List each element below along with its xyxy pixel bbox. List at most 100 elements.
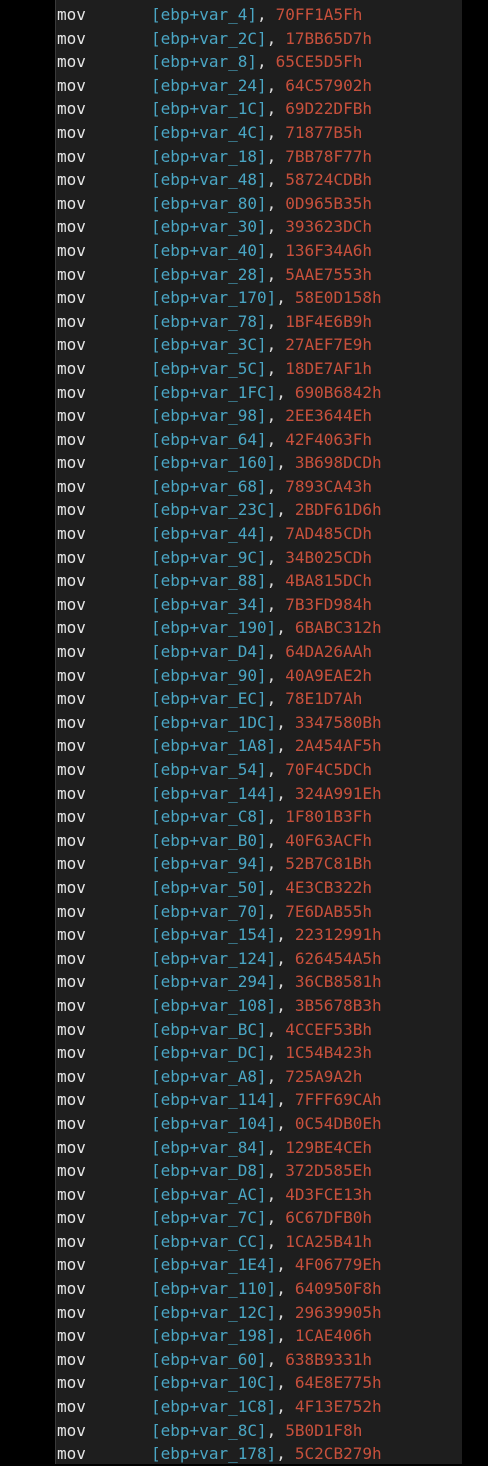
instruction-line[interactable]: mov [ebp + var_1DC], 3347580Bh [57,711,382,735]
disassembly-listing[interactable]: mov[ebp + var_4], 70FF1A5Fh mov[ebp + var_2C],… [57,3,382,1466]
instruction-line[interactable]: mov [ebp + var_40], 136F34A6h [57,239,382,263]
mnemonic: mov [57,571,86,591]
instruction-line[interactable]: mov [ebp + var_70], 7E6DAB55h [57,900,382,924]
instruction-line[interactable]: mov [ebp + var_1FC], 690B6842h [57,381,382,405]
comma: , [276,1113,286,1133]
instruction-line[interactable]: mov [ebp + var_12C], 29639905h [57,1301,382,1325]
instruction-line[interactable]: mov [ebp + var_108], 3B5678B3h [57,994,382,1018]
instruction-line[interactable]: mov [ebp + var_4C], 71877B5h [57,121,382,145]
open-bracket: [ [151,217,161,237]
close-bracket: ] [266,948,277,968]
open-bracket: [ [151,1019,161,1039]
instruction-line[interactable]: mov [ebp + var_1C], 69D22DFBh [57,97,382,121]
stack-variable: var_34 [199,594,257,614]
mnemonic: mov [57,1184,86,1204]
open-bracket: [ [151,1302,161,1322]
instruction-line[interactable]: mov [ebp + var_B0], 40F63ACFh [57,829,382,853]
instruction-line[interactable]: mov [ebp + var_104], 0C54DB0Eh [57,1112,382,1136]
instruction-line[interactable]: mov [ebp + var_44], 7AD485CDh [57,522,382,546]
instruction-line[interactable]: mov [ebp + var_9C], 34B025CDh [57,546,382,570]
open-bracket: [ [151,122,161,142]
instruction-line[interactable]: mov [ebp + var_64], 42F4063Fh [57,428,382,452]
base-register: ebp [160,5,190,24]
instruction-line[interactable]: mov [ebp + var_50], 4E3CB322h [57,876,382,900]
instruction-line[interactable]: mov [ebp + var_124], 626454A5h [57,947,382,971]
instruction-line[interactable]: mov [ebp + var_DC], 1C54B423h [57,1041,382,1065]
plus-sign: + [189,429,200,449]
instruction-line[interactable]: mov [ebp + var_8], 65CE5D5Fh [57,50,382,74]
instruction-line[interactable]: mov [ebp + var_24], 64C57902h [57,74,382,98]
open-bracket: [ [151,642,161,662]
instruction-line[interactable]: mov [ebp + var_23C], 2BDF61D6h [57,498,382,522]
instruction-line[interactable]: mov [ebp + var_EC], 78E1D7Ah [57,687,382,711]
instruction-line[interactable]: mov [ebp + var_80], 0D965B35h [57,192,382,216]
comma: , [276,995,286,1015]
base-register: ebp [160,1397,190,1417]
instruction-line[interactable]: mov [ebp + var_28], 5AAE7553h [57,263,382,287]
instruction-line[interactable]: mov [ebp + var_A8], 725A9A2h [57,1065,382,1089]
mnemonic: mov [57,925,86,945]
mnemonic: mov [57,1019,86,1039]
instruction-line[interactable]: mov [ebp + var_88], 4BA815DCh [57,569,382,593]
instruction-line[interactable]: mov [ebp + var_110], 640950F8h [57,1277,382,1301]
instruction-line[interactable]: mov [ebp + var_1E4], 4F06779Eh [57,1253,382,1277]
instruction-line[interactable]: mov [ebp + var_78], 1BF4E6B9h [57,310,382,334]
close-bracket: ] [266,995,277,1015]
instruction-line[interactable]: mov [ebp + var_160], 3B698DCDh [57,451,382,475]
close-bracket: ] [256,122,267,142]
immediate-value: 2BDF61D6h [294,500,382,520]
open-bracket: [ [151,476,161,496]
instruction-line[interactable]: mov [ebp + var_AC], 4D3FCE13h [57,1183,382,1207]
plus-sign: + [189,948,200,968]
close-bracket: ] [256,335,267,355]
instruction-line[interactable]: mov [ebp + var_34], 7B3FD984h [57,593,382,617]
instruction-line[interactable]: mov [ebp + var_D4], 64DA26AAh [57,640,382,664]
close-bracket: ] [266,925,277,945]
instruction-line[interactable]: mov [ebp + var_30], 393623DCh [57,215,382,239]
immediate-value: 1C54B423h [285,1043,372,1063]
instruction-line[interactable]: mov [ebp + var_2C], 17BB65D7h [57,27,382,51]
instruction-line[interactable]: mov [ebp + var_1C8], 4F13E752h [57,1395,382,1419]
instruction-line[interactable]: mov [ebp + var_190], 6BABC312h [57,616,382,640]
instruction-line[interactable]: mov [ebp + var_10C], 64E8E775h [57,1371,382,1395]
instruction-line[interactable]: mov [ebp + var_7C], 6C67DFB0h [57,1206,382,1230]
instruction-line[interactable]: mov [ebp + var_CC], 1CA25B41h [57,1230,382,1254]
instruction-line[interactable]: mov [ebp + var_18], 7BB78F77h [57,145,382,169]
mnemonic: mov [57,1231,86,1251]
instruction-line[interactable]: mov [ebp + var_8C], 5B0D1F8h [57,1419,382,1443]
instruction-line[interactable]: mov [ebp + var_90], 40A9EAE2h [57,664,382,688]
instruction-line[interactable]: mov [ebp + var_5C], 18DE7AF1h [57,357,382,381]
plus-sign: + [189,712,200,732]
immediate-value: 638B9331h [285,1349,372,1369]
instruction-line[interactable]: mov [ebp + var_144], 324A991Eh [57,782,382,806]
instruction-line[interactable]: mov [ebp + var_48], 58724CDBh [57,168,382,192]
instruction-line[interactable]: mov [ebp + var_170], 58E0D158h [57,286,382,310]
instruction-line[interactable]: mov [ebp + var_68], 7893CA43h [57,475,382,499]
instruction-line[interactable]: mov [ebp + var_D8], 372D585Eh [57,1159,382,1183]
close-bracket: ] [256,1184,267,1204]
immediate-value: 2EE3644Eh [285,406,372,426]
instruction-line[interactable]: mov [ebp + var_178], 5C2CB279h [57,1442,382,1466]
instruction-line[interactable]: mov [ebp + var_154], 22312991h [57,923,382,947]
plus-sign: + [189,1231,200,1251]
instruction-line[interactable]: mov [ebp + var_1A8], 2A454AF5h [57,734,382,758]
instruction-line[interactable]: mov [ebp + var_98], 2EE3644Eh [57,404,382,428]
instruction-line[interactable]: mov [ebp + var_C8], 1F801B3Fh [57,805,382,829]
instruction-line[interactable]: mov [ebp + var_198], 1CAE406h [57,1324,382,1348]
plus-sign: + [189,335,200,355]
instruction-line[interactable]: mov [ebp + var_54], 70F4C5DCh [57,758,382,782]
instruction-line[interactable]: mov [ebp + var_94], 52B7C81Bh [57,852,382,876]
open-bracket: [ [151,1090,161,1110]
instruction-line[interactable]: mov [ebp + var_294], 36CB8581h [57,970,382,994]
immediate-value: 5B0D1F8h [285,1420,363,1440]
instruction-line[interactable]: mov [ebp + var_60], 638B9331h [57,1348,382,1372]
instruction-line[interactable]: mov [ebp + var_114], 7FFF69CAh [57,1088,382,1112]
base-register: ebp [160,264,190,284]
base-register: ebp [160,877,190,897]
close-bracket: ] [266,1255,277,1275]
instruction-line[interactable]: mov [ebp + var_84], 129BE4CEh [57,1136,382,1160]
instruction-line[interactable]: mov [ebp + var_BC], 4CCEF53Bh [57,1018,382,1042]
immediate-value: 4F06779Eh [294,1255,382,1275]
instruction-line[interactable]: mov [ebp + var_4], 70FF1A5Fh [57,3,382,27]
instruction-line[interactable]: mov [ebp + var_3C], 27AEF7E9h [57,333,382,357]
